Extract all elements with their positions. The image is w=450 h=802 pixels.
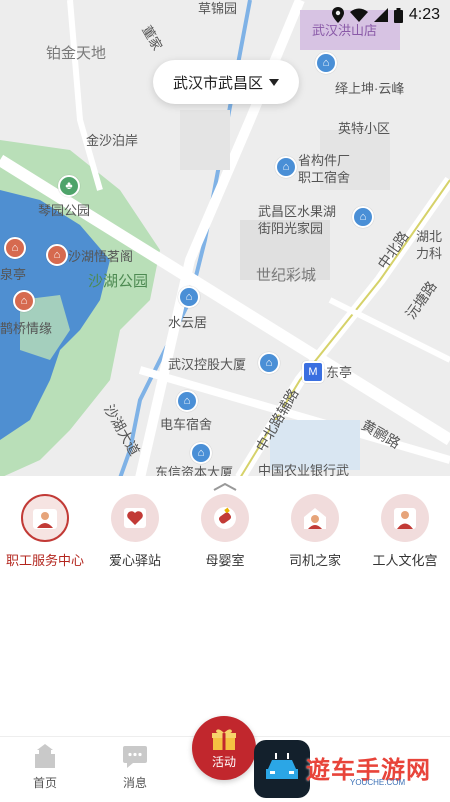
status-bar: 4:23 — [270, 0, 450, 30]
category-icon-wrap — [381, 494, 429, 542]
poi-pin[interactable]: ⌂ — [13, 290, 35, 312]
tab-label: 首页 — [32, 776, 57, 790]
tab-label: 消息 — [122, 776, 147, 790]
map-label: 电车宿舍 — [160, 417, 213, 432]
chevron-up-icon[interactable] — [212, 482, 238, 492]
map-label: 沙湖悟茗阁 — [68, 249, 134, 264]
map-label: 泉亭 — [0, 267, 27, 282]
map-label: 武汉控股大厦 — [168, 357, 247, 372]
map-label: 英特小区 — [338, 121, 391, 136]
tab-messages[interactable]: 消息 — [100, 743, 170, 791]
tab-activity[interactable]: 活动 — [192, 716, 256, 780]
poi-pin[interactable]: ⌂ — [4, 237, 26, 259]
status-time: 4:23 — [408, 6, 440, 23]
map-label: 绎上坤·云峰 — [335, 81, 405, 96]
park-pin[interactable]: ♣ — [58, 175, 80, 197]
category-label: 爱心驿站 — [108, 553, 161, 568]
map-label: 琴园公园 — [38, 203, 91, 218]
category-worker-service[interactable]: 职工服务中心 — [2, 494, 88, 569]
poi-pin[interactable]: ⌂ — [275, 156, 297, 178]
culture-icon — [394, 508, 416, 529]
car-icon — [266, 753, 298, 779]
worker-icon — [33, 509, 57, 529]
poi-pin[interactable]: ⌂ — [352, 206, 374, 228]
poi-pin[interactable]: ⌂ — [315, 52, 337, 74]
map-label: 铂金天地 — [46, 45, 107, 62]
bottle-icon — [214, 507, 236, 529]
map-label: 沙湖公园 — [88, 273, 149, 290]
poi-pin[interactable]: ⌂ — [176, 390, 198, 412]
home-icon — [35, 744, 55, 768]
location-icon — [331, 7, 344, 23]
category-label: 职工服务中心 — [5, 553, 84, 568]
category-label: 司机之家 — [288, 553, 341, 568]
district-selector[interactable]: 武汉市武昌区 — [153, 60, 299, 104]
category-love-station[interactable]: 爱心驿站 — [92, 494, 178, 569]
category-nursing-room[interactable]: 母婴室 — [182, 494, 268, 569]
signal-icon — [373, 8, 388, 22]
tab-label: 活动 — [211, 754, 236, 769]
watermark-logo — [254, 740, 310, 798]
driver-icon — [304, 508, 326, 529]
category-label: 母婴室 — [205, 553, 245, 568]
battery-icon — [393, 7, 403, 23]
tab-home[interactable]: 首页 — [10, 743, 80, 791]
gift-icon — [212, 728, 236, 750]
map-label: 东亭 — [326, 365, 353, 380]
category-label: 工人文化宫 — [372, 553, 438, 568]
metro-icon[interactable]: M — [302, 361, 324, 383]
category-icon-wrap — [291, 494, 339, 542]
category-icon-wrap — [111, 494, 159, 542]
poi-pin[interactable]: ⌂ — [46, 244, 68, 266]
map-label: 水云居 — [168, 315, 208, 330]
poi-pin[interactable]: ⌂ — [178, 286, 200, 308]
map-label: 湖北 力科 — [416, 229, 443, 261]
poi-pin[interactable]: ⌂ — [190, 442, 212, 464]
watermark-sub: YOUCHE.COM — [350, 778, 406, 787]
category-culture-palace[interactable]: 工人文化宫 — [362, 494, 448, 569]
wifi-icon — [349, 8, 368, 22]
map-label: 武昌区水果湖 街阳光家园 — [258, 204, 337, 236]
caret-down-icon — [269, 78, 279, 86]
heart-icon — [124, 508, 146, 528]
map-label: 金沙泊岸 — [86, 133, 139, 148]
category-row: 职工服务中心 爱心驿站 母婴室 司机之家 工人文化宫 — [0, 494, 450, 569]
district-label: 武汉市武昌区 — [172, 74, 263, 92]
category-icon-wrap — [21, 494, 69, 542]
map-view[interactable]: 草锦园 铂金天地 董家 武汉洪山店 ⌂ 绎上坤·云峰 英特小区 金沙泊岸 ⌂ 省… — [0, 0, 450, 478]
map-label: 草锦园 — [198, 1, 238, 16]
watermark: 遊车手游网 YOUCHE.COM — [254, 738, 450, 801]
category-icon-wrap — [201, 494, 249, 542]
poi-pin[interactable]: ⌂ — [258, 352, 280, 374]
category-driver-home[interactable]: 司机之家 — [272, 494, 358, 569]
map-label: 世纪彩城 — [256, 267, 317, 284]
map-label: 鹊桥情缘 — [0, 321, 53, 336]
message-icon — [123, 746, 147, 768]
map-label: 省构件厂 职工宿舍 — [298, 153, 351, 185]
